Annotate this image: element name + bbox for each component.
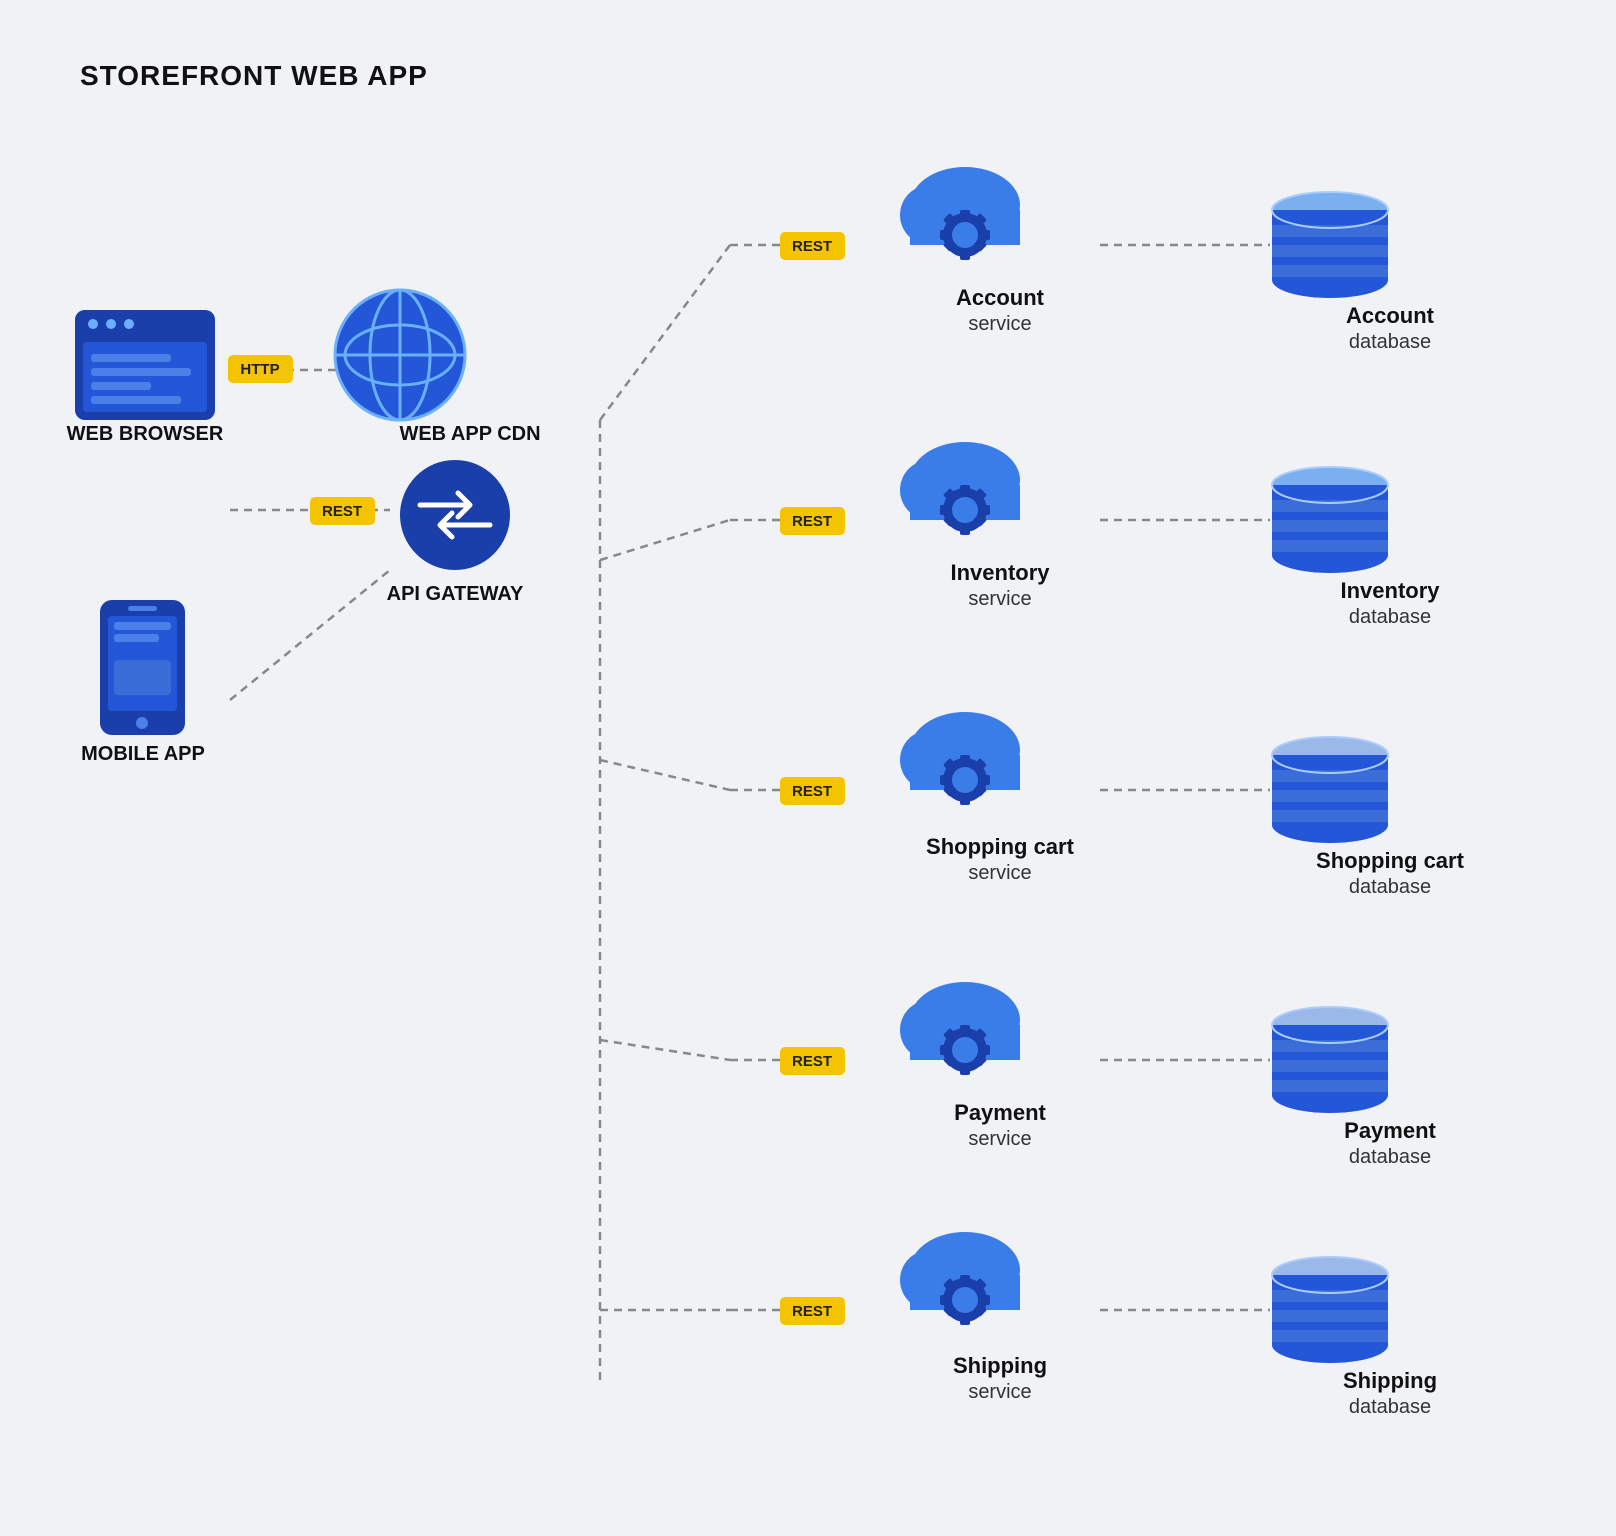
diagram-container: STOREFRONT WEB APP — [0, 0, 1616, 1536]
page-title: STOREFRONT WEB APP — [80, 60, 1536, 92]
